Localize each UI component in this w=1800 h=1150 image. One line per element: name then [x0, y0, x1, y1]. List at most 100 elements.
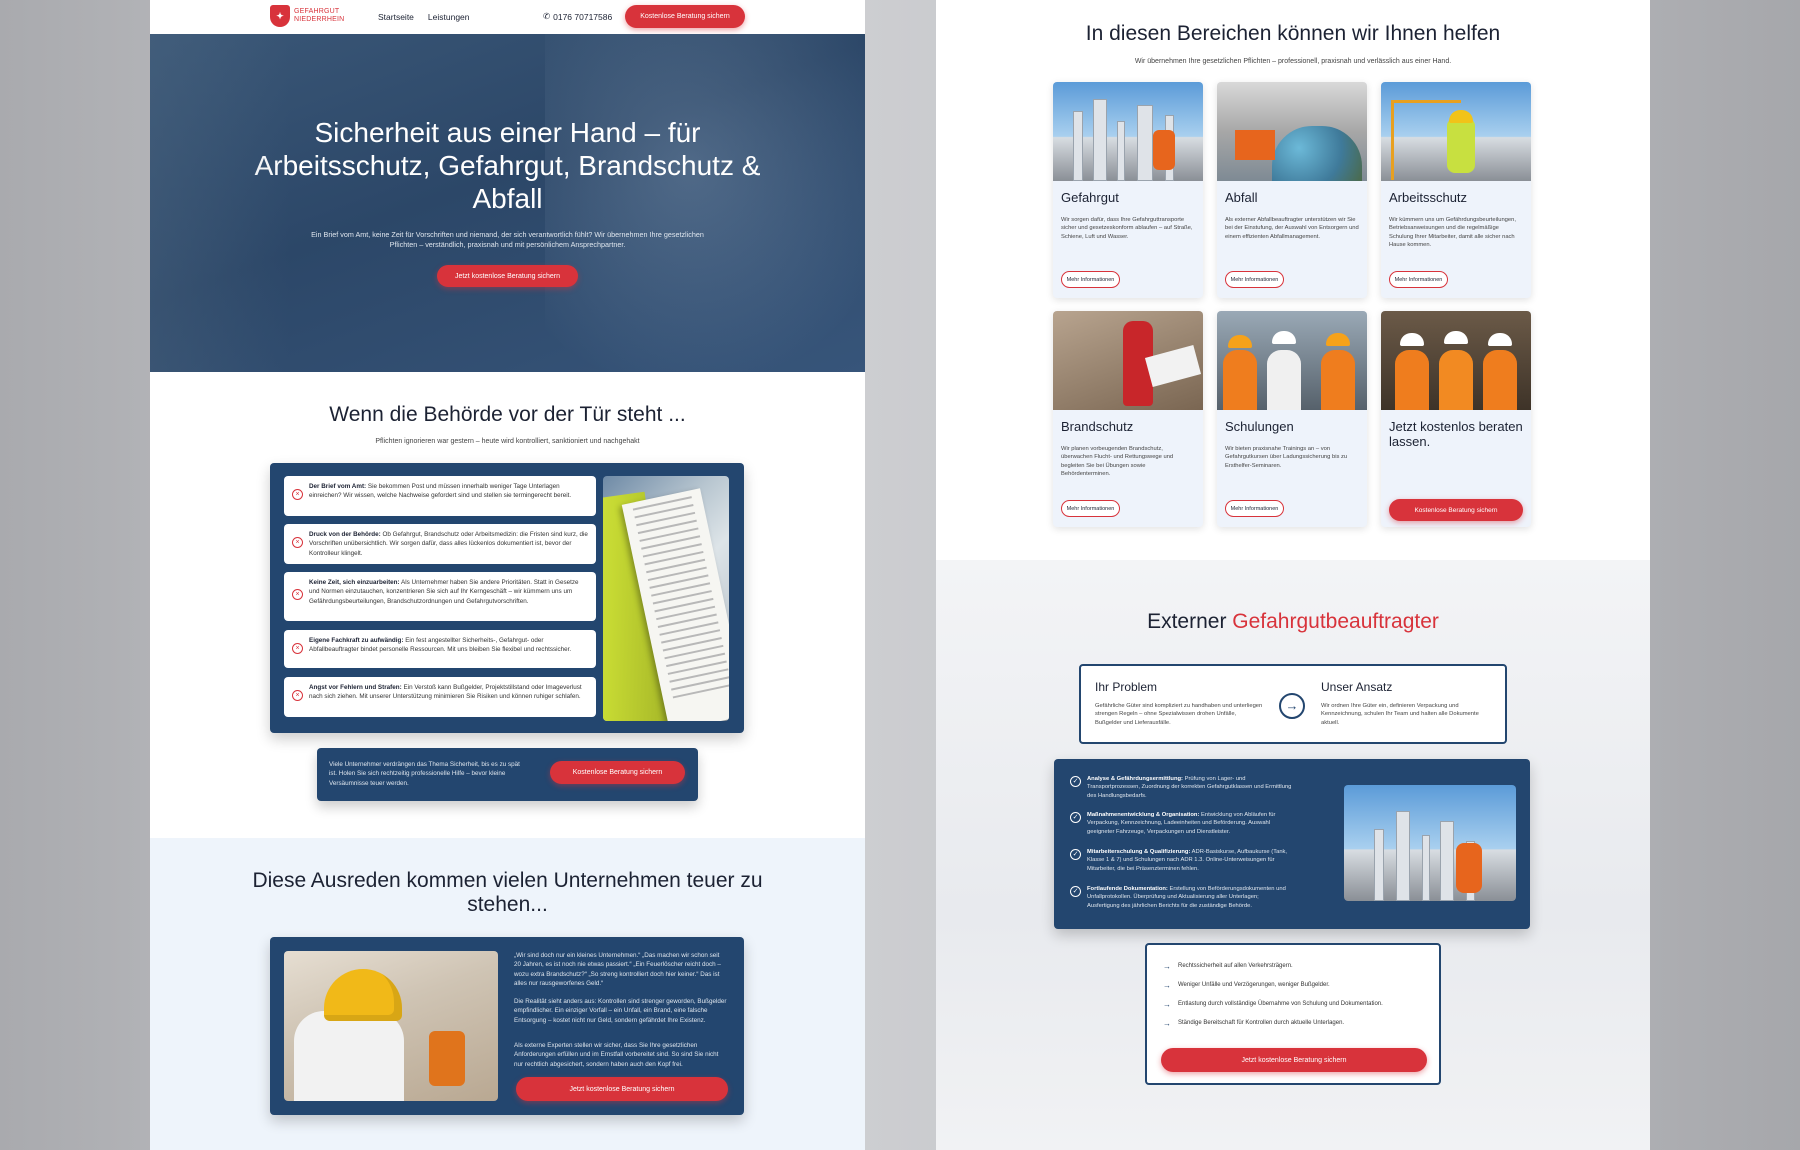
excuses-paragraph: „Wir sind doch nur ein kleines Unternehm… [514, 952, 721, 987]
landing-page-left: ✦ GEFAHRGUT NIEDERRHEIN Startseite Leistu… [150, 0, 865, 1150]
check-circle-icon: ✓ [1070, 849, 1081, 860]
excuses-cta-button[interactable]: Jetzt kostenlose Beratung sichern [516, 1077, 728, 1101]
close-circle-icon: × [292, 690, 303, 701]
excuses-paragraph: Als externe Experten stellen wir sicher,… [514, 1042, 719, 1068]
check-circle-icon: ✓ [1070, 886, 1081, 897]
process-step: ✓ Maßnahmenentwicklung & Organisation: En… [1070, 811, 1292, 836]
step-heading: Analyse & Gefährdungsermittlung: [1087, 776, 1183, 782]
approach-heading: Unser Ansatz [1321, 680, 1393, 694]
process-steps-box: ✓ Analyse & Gefährdungsermittlung: Prüfun… [1054, 759, 1530, 929]
hero-cta-button[interactable]: Jetzt kostenlose Beratung sichern [437, 265, 578, 287]
benefit-text: Weniger Unfälle und Verzögerungen, wenig… [1178, 982, 1330, 988]
benefit-text: Entlastung durch vollständige Übernahme … [1178, 1001, 1383, 1007]
hero-title: Sicherheit aus einer Hand – für Arbeitss… [254, 117, 761, 214]
hero-section: Sicherheit aus einer Hand – für Arbeitss… [150, 34, 865, 372]
external-title-plain: Externer [1147, 610, 1233, 633]
arrow-right-icon: → [1163, 981, 1171, 990]
benefit-item: → Ständige Bereitschaft für Kontrollen du… [1163, 1019, 1345, 1028]
benefits-box: → Rechtssicherheit auf allen Verkehrsträg… [1145, 943, 1441, 1085]
step-heading: Maßnahmenentwicklung & Organisation: [1087, 812, 1200, 818]
problem-item: × Angst vor Fehlern und Strafen: Ein Vers… [284, 677, 596, 717]
service-card-title: Brandschutz [1061, 419, 1134, 434]
benefit-text: Ständige Bereitschaft für Kontrollen dur… [1178, 1020, 1345, 1026]
refinery-worker-photo [1344, 785, 1516, 901]
problem-item: × Der Brief vom Amt: Sie bekommen Post un… [284, 476, 596, 516]
construction-site-photo [1381, 82, 1531, 181]
problem-heading: Der Brief vom Amt: [309, 483, 367, 490]
more-info-button[interactable]: Mehr Informationen [1061, 500, 1120, 517]
services-title: In diesen Bereichen können wir Ihnen hel… [1085, 22, 1501, 45]
arrow-right-icon: → [1163, 1019, 1171, 1028]
more-info-button[interactable]: Mehr Informationen [1225, 271, 1284, 288]
benefits-cta-button[interactable]: Jetzt kostenlose Beratung sichern [1161, 1048, 1427, 1072]
waste-hall-photo [1217, 82, 1367, 181]
warning-cta-text: Viele Unternehmer verdrängen das Thema S… [329, 761, 520, 787]
consulting-cta-button[interactable]: Kostenlose Beratung sichern [1389, 499, 1523, 521]
problem-item: × Druck von der Behörde: Ob Gefahrgut, Br… [284, 524, 596, 564]
logo[interactable]: ✦ GEFAHRGUT NIEDERRHEIN [270, 5, 344, 27]
service-card-title: Abfall [1225, 190, 1258, 205]
hero-text: Ein Brief vom Amt, keine Zeit für Vorsch… [311, 230, 704, 249]
problem-text: Gefährliche Güter sind kompliziert zu ha… [1095, 703, 1263, 726]
benefit-text: Rechtssicherheit auf allen Verkehrsträge… [1178, 963, 1293, 969]
warning-cta-box: Viele Unternehmer verdrängen das Thema S… [317, 748, 698, 801]
problem-heading: Druck von der Behörde: [309, 531, 381, 538]
excuses-paragraph: Die Realität sieht anders aus: Kontrolle… [514, 998, 727, 1024]
excuses-section: Diese Ausreden kommen vielen Unternehmen… [150, 838, 865, 1150]
problem-approach-box: Ihr Problem Gefährliche Güter sind kompl… [1079, 664, 1507, 744]
phone-icon: ✆ [543, 11, 551, 21]
authority-title: Wenn die Behörde vor der Tür steht ... [329, 403, 686, 426]
refinery-photo [1053, 82, 1203, 181]
more-info-button[interactable]: Mehr Informationen [1225, 500, 1284, 517]
external-officer-title: Externer Gefahrgutbeauftragter [936, 610, 1650, 634]
step-heading: Fortlaufende Dokumentation: [1087, 886, 1168, 892]
benefit-item: → Weniger Unfälle und Verzögerungen, weni… [1163, 981, 1330, 990]
close-circle-icon: × [292, 589, 303, 600]
more-info-button[interactable]: Mehr Informationen [1389, 271, 1448, 288]
step-heading: Mitarbeiterschulung & Qualifizierung: [1087, 849, 1191, 855]
service-card-text: Wir sorgen dafür, dass Ihre Gefahrguttra… [1061, 217, 1193, 240]
problem-heading: Keine Zeit, sich einzuarbeiten: [309, 579, 400, 586]
arrow-right-icon: → [1163, 1000, 1171, 1009]
logo-line-1: GEFAHRGUT [294, 8, 340, 15]
fire-extinguisher-photo [1053, 311, 1203, 410]
services-subtitle: Wir übernehmen Ihre gesetzlichen Pflicht… [1134, 58, 1452, 65]
service-card-gefahrgut: Gefahrgut Wir sorgen dafür, dass Ihre Ge… [1053, 82, 1203, 298]
authority-subtitle: Pflichten ignorieren war gestern – heute… [375, 438, 640, 445]
shield-logo-icon: ✦ [270, 5, 290, 27]
nav-link-startseite[interactable]: Startseite [378, 12, 414, 22]
approach-text: Wir ordnen Ihre Güter ein, definieren Ve… [1321, 703, 1479, 726]
service-card-text: Wir kümmern uns um Gefährdungsbeurteilun… [1389, 217, 1516, 248]
benefit-item: → Rechtssicherheit auf allen Verkehrsträg… [1163, 962, 1293, 971]
nav-link-leistungen[interactable]: Leistungen [428, 12, 470, 22]
service-card-title: Schulungen [1225, 419, 1294, 434]
service-card-brandschutz: Brandschutz Wir planen vorbeugenden Bran… [1053, 311, 1203, 527]
service-card-text: Als externer Abfallbeauftragter unterstü… [1225, 217, 1359, 240]
service-card-abfall: Abfall Als externer Abfallbeauftragter u… [1217, 82, 1367, 298]
service-card-text: Wir bieten praxisnahe Trainings an – von… [1225, 446, 1348, 469]
excuses-box: „Wir sind doch nur ein kleines Unternehm… [270, 937, 744, 1115]
external-title-accent: Gefahrgutbeauftragter [1232, 610, 1439, 633]
nav-cta-button[interactable]: Kostenlose Beratung sichern [625, 5, 745, 28]
problem-heading: Ihr Problem [1095, 680, 1158, 694]
problems-box: × Der Brief vom Amt: Sie bekommen Post un… [270, 463, 744, 733]
service-card-text: Wir planen vorbeugenden Brandschutz, übe… [1061, 446, 1174, 477]
more-info-button[interactable]: Mehr Informationen [1061, 271, 1120, 288]
helmet-photo [284, 951, 498, 1101]
service-card-title: Arbeitsschutz [1389, 190, 1468, 205]
process-step: ✓ Mitarbeiterschulung & Qualifizierung: A… [1070, 848, 1292, 873]
process-step: ✓ Analyse & Gefährdungsermittlung: Prüfun… [1070, 775, 1292, 800]
logo-line-2: NIEDERRHEIN [294, 16, 345, 23]
check-circle-icon: ✓ [1070, 812, 1081, 823]
landing-page-right: In diesen Bereichen können wir Ihnen hel… [936, 0, 1650, 1150]
process-step: ✓ Fortlaufende Dokumentation: Erstellung … [1070, 885, 1292, 910]
phone-link[interactable]: ✆ 0176 70717586 [543, 11, 612, 22]
problem-item: × Keine Zeit, sich einzuarbeiten: Als Unt… [284, 572, 596, 621]
close-circle-icon: × [292, 537, 303, 548]
problem-item: × Eigene Fachkraft zu aufwändig: Ein fest… [284, 630, 596, 668]
close-circle-icon: × [292, 489, 303, 500]
excuses-title: Diese Ausreden kommen vielen Unternehmen… [252, 869, 763, 916]
warning-cta-button[interactable]: Kostenlose Beratung sichern [550, 761, 685, 784]
phone-number: 0176 70717586 [553, 11, 613, 22]
arrow-right-icon: → [1163, 962, 1171, 971]
